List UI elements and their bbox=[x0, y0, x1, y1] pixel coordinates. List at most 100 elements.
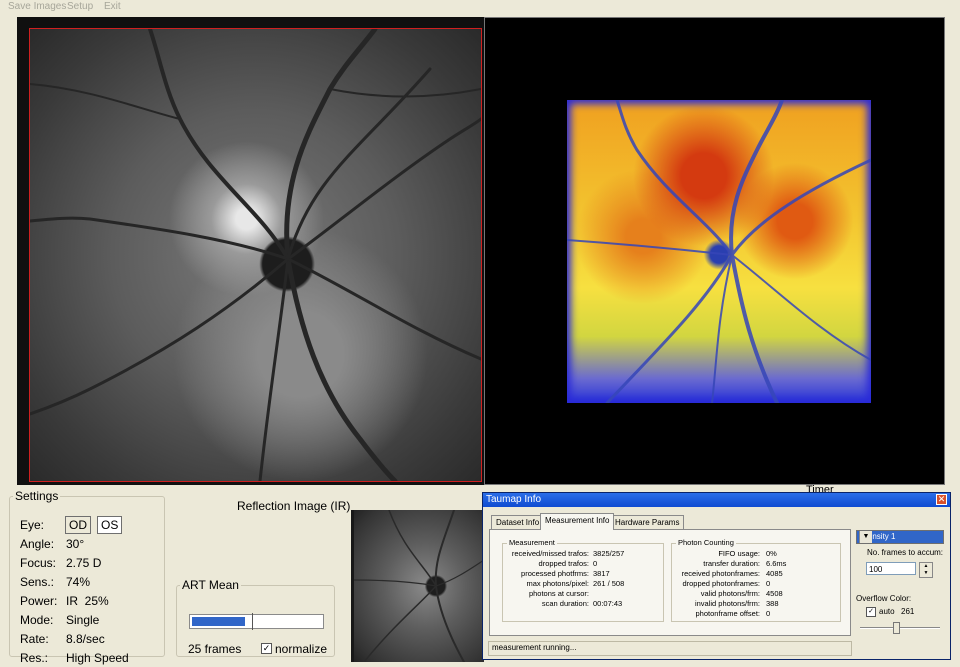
photon-key: invalid photons/frm: bbox=[694, 599, 760, 608]
eye-label: Eye: bbox=[20, 518, 45, 532]
res-label: Res.: bbox=[20, 651, 49, 665]
normalize-checkbox[interactable]: ✓ bbox=[261, 643, 272, 654]
photon-row: dropped photonframes: 0 bbox=[672, 579, 840, 589]
photon-row: invalid photons/frm: 388 bbox=[672, 599, 840, 609]
measurement-info-page: Measurement received/missed trafos: 3825… bbox=[489, 529, 851, 636]
eye-od-button[interactable]: OD bbox=[65, 516, 91, 534]
chevron-down-icon[interactable]: ▼ bbox=[859, 531, 872, 543]
taumap-vessels bbox=[567, 100, 871, 403]
menu-bar: Save Images Setup Exit bbox=[0, 0, 960, 14]
angle-label: Angle: bbox=[20, 537, 55, 551]
retinal-vessels bbox=[30, 29, 481, 481]
photon-group-title: Photon Counting bbox=[676, 538, 736, 547]
measurement-row: dropped trafos: 0 bbox=[503, 559, 663, 569]
measurement-row: received/missed trafos: 3825/257 bbox=[503, 549, 663, 559]
focus-label: Focus: bbox=[20, 556, 57, 570]
intensity-select[interactable]: Intensity 1 ▼ bbox=[856, 530, 944, 544]
photon-row: valid photons/frm: 4508 bbox=[672, 589, 840, 599]
overflow-slider-track[interactable] bbox=[860, 627, 940, 629]
measurement-group-title: Measurement bbox=[507, 538, 557, 547]
measurement-key: received/missed trafos: bbox=[511, 549, 589, 558]
measurement-key: processed photfrms: bbox=[521, 569, 589, 578]
rate-value: 8.8/sec bbox=[66, 632, 105, 646]
photon-value: 388 bbox=[766, 599, 779, 608]
photon-value: 0 bbox=[766, 579, 771, 588]
photon-row: FIFO usage: 0% bbox=[672, 549, 840, 559]
measurement-row: max photons/pixel: 261 / 508 bbox=[503, 579, 663, 589]
settings-panel: Settings Eye: OD OS Angle: 30° Focus: 2.… bbox=[9, 489, 165, 665]
measurement-key: max photons/pixel: bbox=[526, 579, 589, 588]
photon-key: valid photons/frm: bbox=[700, 589, 760, 598]
measurement-value: 261 / 508 bbox=[593, 579, 625, 588]
measurement-row: processed photfrms: 3817 bbox=[503, 569, 663, 579]
taumap-info-window: Taumap Info ✕ Dataset Info Measurement I… bbox=[482, 492, 951, 660]
photon-key: FIFO usage: bbox=[718, 549, 760, 558]
art-mean-progress-fill bbox=[192, 617, 245, 626]
rate-label: Rate: bbox=[20, 632, 49, 646]
photon-value: 0 bbox=[766, 609, 771, 618]
status-text: measurement running... bbox=[492, 643, 577, 652]
measurement-value: 3825/257 bbox=[593, 549, 625, 558]
photon-key: dropped photonframes: bbox=[682, 579, 760, 588]
art-mean-progress bbox=[189, 613, 324, 630]
accum-stepper[interactable]: ▲ ▼ bbox=[919, 562, 933, 578]
ir-thumbnail[interactable] bbox=[351, 510, 484, 662]
focus-value: 2.75 D bbox=[66, 556, 102, 570]
sens-label: Sens.: bbox=[20, 575, 55, 589]
ir-fundus-image[interactable] bbox=[29, 28, 482, 482]
art-mean-legend: ART Mean bbox=[182, 578, 239, 592]
art-mean-progress-marker bbox=[252, 613, 253, 630]
eye-os-button[interactable]: OS bbox=[97, 516, 123, 534]
photon-row: received photonframes: 4085 bbox=[672, 569, 840, 579]
mode-value: Single bbox=[66, 613, 100, 627]
mode-label: Mode: bbox=[20, 613, 54, 627]
measurement-key: scan duration: bbox=[541, 599, 589, 608]
tab-dataset-info[interactable]: Dataset Info bbox=[491, 515, 545, 530]
accum-label: No. frames to accum: bbox=[867, 548, 944, 557]
status-bar: measurement running... bbox=[488, 641, 852, 656]
overflow-slider-thumb[interactable] bbox=[893, 622, 900, 634]
measurement-key: dropped trafos: bbox=[538, 559, 589, 568]
menu-save-images[interactable]: Save Images bbox=[8, 1, 66, 12]
angle-value: 30° bbox=[66, 537, 85, 551]
tab-hardware-params[interactable]: Hardware Params bbox=[610, 515, 685, 530]
sens-value: 74% bbox=[66, 575, 91, 589]
menu-setup[interactable]: Setup bbox=[67, 1, 93, 12]
photon-value: 4508 bbox=[766, 589, 783, 598]
photon-value: 6.6ms bbox=[766, 559, 787, 568]
measurement-group: Measurement received/missed trafos: 3825… bbox=[502, 538, 664, 622]
menu-exit[interactable]: Exit bbox=[104, 1, 121, 12]
normalize-label: normalize bbox=[275, 642, 328, 656]
photon-value: 0% bbox=[766, 549, 777, 558]
photon-counting-group: Photon Counting FIFO usage: 0% transfer … bbox=[671, 538, 841, 622]
tab-measurement-info[interactable]: Measurement Info bbox=[540, 513, 615, 530]
measurement-value: 0 bbox=[593, 559, 598, 568]
taumap-title-bar[interactable]: Taumap Info ✕ bbox=[483, 493, 950, 507]
photon-key: received photonframes: bbox=[681, 569, 760, 578]
art-mean-panel: ART Mean 25 frames ✓ normalize bbox=[176, 578, 335, 657]
measurement-row: scan duration: 00:07:43 bbox=[503, 599, 663, 609]
auto-label: auto bbox=[879, 607, 895, 616]
measurement-key: photons at cursor: bbox=[528, 589, 589, 598]
measurement-value: 3817 bbox=[593, 569, 610, 578]
reflection-image-title: Reflection Image (IR) bbox=[237, 499, 351, 513]
photon-value: 4085 bbox=[766, 569, 783, 578]
photon-key: transfer duration: bbox=[703, 559, 760, 568]
auto-checkbox[interactable]: ✓ bbox=[866, 607, 876, 617]
photon-row: transfer duration: 6.6ms bbox=[672, 559, 840, 569]
stepper-down-icon[interactable]: ▼ bbox=[920, 570, 932, 577]
frames-count: 25 frames bbox=[188, 642, 242, 656]
taumap-image[interactable] bbox=[567, 100, 871, 403]
stepper-up-icon[interactable]: ▲ bbox=[920, 563, 932, 570]
thumbnail-vessels bbox=[354, 510, 484, 662]
taumap-title: Taumap Info bbox=[486, 494, 542, 505]
power-value: IR 25% bbox=[66, 594, 109, 608]
photon-key: photonframe offset: bbox=[695, 609, 761, 618]
overflow-color-label: Overflow Color: bbox=[856, 594, 912, 603]
auto-value: 261 bbox=[901, 607, 915, 616]
settings-legend: Settings bbox=[15, 489, 59, 503]
res-value: High Speed bbox=[66, 651, 129, 665]
accum-frames-input[interactable]: 100 bbox=[866, 562, 916, 575]
close-icon[interactable]: ✕ bbox=[936, 494, 947, 505]
measurement-row: photons at cursor: bbox=[503, 589, 663, 599]
